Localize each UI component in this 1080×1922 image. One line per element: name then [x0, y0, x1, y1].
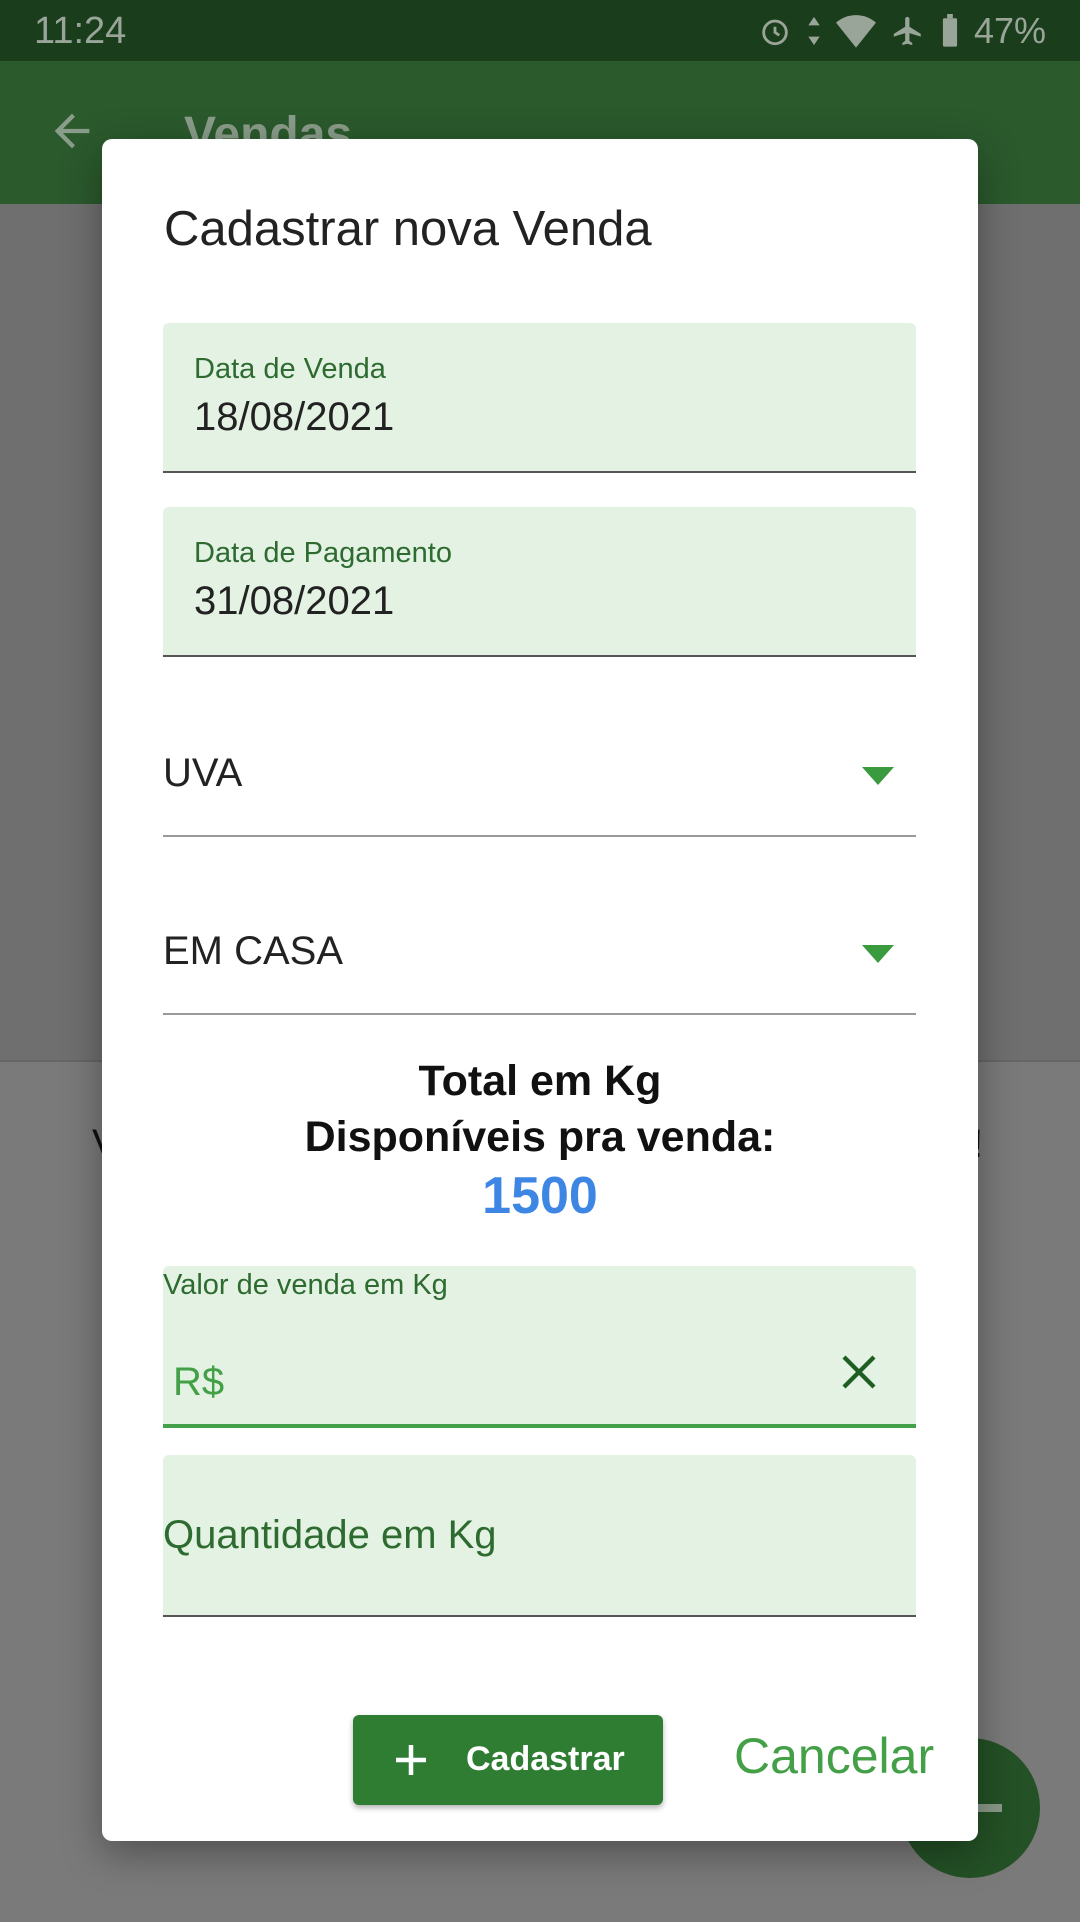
new-sale-dialog: Cadastrar nova Venda Data de Venda 18/08…: [102, 139, 978, 1841]
battery-percent: 47%: [973, 10, 1046, 51]
status-bar: 11:24 47%: [0, 0, 1080, 61]
available-total: Total em Kg Disponíveis pra venda: 1500: [102, 1053, 978, 1227]
alarm-icon: [762, 19, 788, 46]
sale-date-field[interactable]: Data de Venda 18/08/2021: [163, 323, 916, 473]
cancel-button[interactable]: Cancelar: [734, 1727, 934, 1785]
plus-icon: [396, 1745, 426, 1775]
location-select-value: EM CASA: [163, 929, 344, 973]
payment-date-value: 31/08/2021: [194, 579, 395, 623]
product-select-value: UVA: [163, 751, 243, 795]
payment-date-label: Data de Pagamento: [194, 537, 452, 569]
currency-prefix: R$: [173, 1360, 225, 1404]
location-select[interactable]: EM CASA: [163, 893, 916, 1015]
sale-date-label: Data de Venda: [194, 353, 386, 385]
clear-icon[interactable]: [839, 1352, 879, 1392]
total-heading: Total em Kg: [418, 1057, 662, 1105]
payment-date-field[interactable]: Data de Pagamento 31/08/2021: [163, 507, 916, 657]
dialog-title: Cadastrar nova Venda: [164, 202, 652, 256]
register-button[interactable]: Cadastrar: [353, 1715, 663, 1805]
total-subheading: Disponíveis pra venda:: [304, 1113, 776, 1161]
back-arrow-icon[interactable]: [46, 105, 98, 157]
quantity-kg-placeholder: Quantidade em Kg: [163, 1513, 497, 1557]
register-button-label: Cadastrar: [466, 1740, 625, 1778]
data-arrows-icon: [808, 16, 820, 46]
quantity-kg-field[interactable]: Quantidade em Kg: [163, 1455, 916, 1617]
airplane-icon: [893, 16, 921, 46]
dropdown-arrow-icon: [862, 767, 894, 785]
product-select[interactable]: UVA: [163, 715, 916, 837]
price-per-kg-label: Valor de venda em Kg: [163, 1269, 448, 1301]
status-icons: 47%: [758, 10, 1046, 52]
dropdown-arrow-icon: [862, 945, 894, 963]
wifi-icon: [835, 15, 876, 48]
price-per-kg-field[interactable]: Valor de venda em Kg R$: [163, 1266, 916, 1428]
status-time: 11:24: [34, 10, 127, 52]
sale-date-value: 18/08/2021: [194, 395, 395, 439]
total-available-value: 1500: [482, 1167, 598, 1225]
battery-icon: [942, 14, 958, 47]
